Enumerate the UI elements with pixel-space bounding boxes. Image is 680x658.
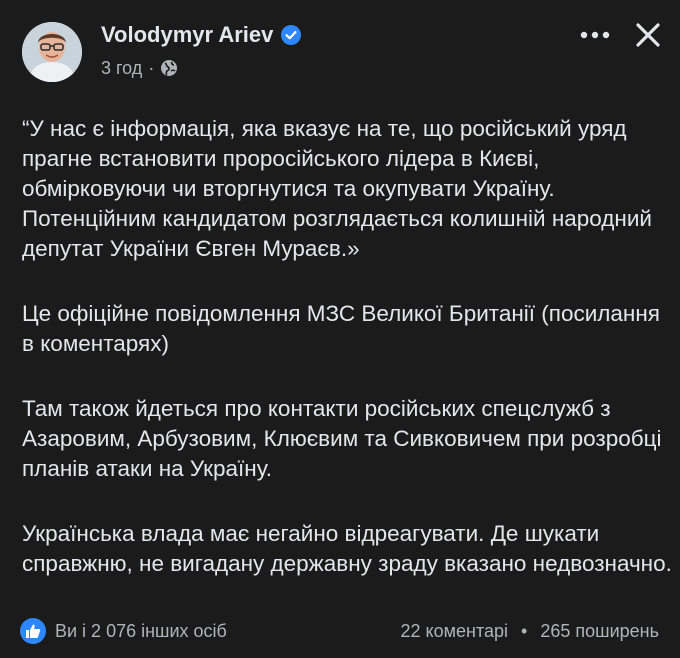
- post-paragraph: Це офіційне повідомлення МЗС Великої Бри…: [22, 301, 660, 356]
- author-name[interactable]: Volodymyr Ariev: [101, 22, 273, 48]
- thumbs-up-icon: [26, 624, 41, 638]
- post-paragraph: Там також йдеться про контакти російськи…: [22, 396, 662, 481]
- meta-separator: ·: [148, 58, 155, 78]
- post-footer: Ви і 2 076 інших осіб 22 коментарі • 265…: [0, 616, 680, 648]
- reactions-count[interactable]: Ви і 2 076 інших осіб: [55, 621, 227, 642]
- post-stats: 22 коментарі • 265 поширень: [401, 621, 659, 642]
- close-icon: [636, 23, 660, 47]
- post-paragraph: “У нас є інформація, яка вказує на те, щ…: [22, 116, 652, 261]
- close-button[interactable]: [631, 18, 665, 52]
- globe-icon[interactable]: [160, 59, 178, 77]
- verified-badge-icon: [281, 25, 302, 45]
- comments-count[interactable]: 22 коментарі: [401, 621, 509, 641]
- avatar[interactable]: [22, 22, 82, 82]
- like-reaction-icon[interactable]: [20, 618, 46, 644]
- more-options-button[interactable]: [577, 20, 613, 50]
- avatar-image: [22, 22, 82, 82]
- shares-count[interactable]: 265 поширень: [540, 621, 659, 641]
- post-meta: 3 год ·: [101, 57, 178, 79]
- post-time[interactable]: 3 год: [101, 57, 142, 79]
- post-header: Volodymyr Ariev 3 год ·: [0, 0, 680, 100]
- post-body: “У нас є інформація, яка вказує на те, щ…: [22, 114, 672, 614]
- post-paragraph: Українська влада має негайно відреагуват…: [22, 521, 672, 576]
- author-row: Volodymyr Ariev: [101, 22, 302, 48]
- more-dots-icon: [580, 31, 610, 39]
- stats-separator: •: [521, 621, 528, 641]
